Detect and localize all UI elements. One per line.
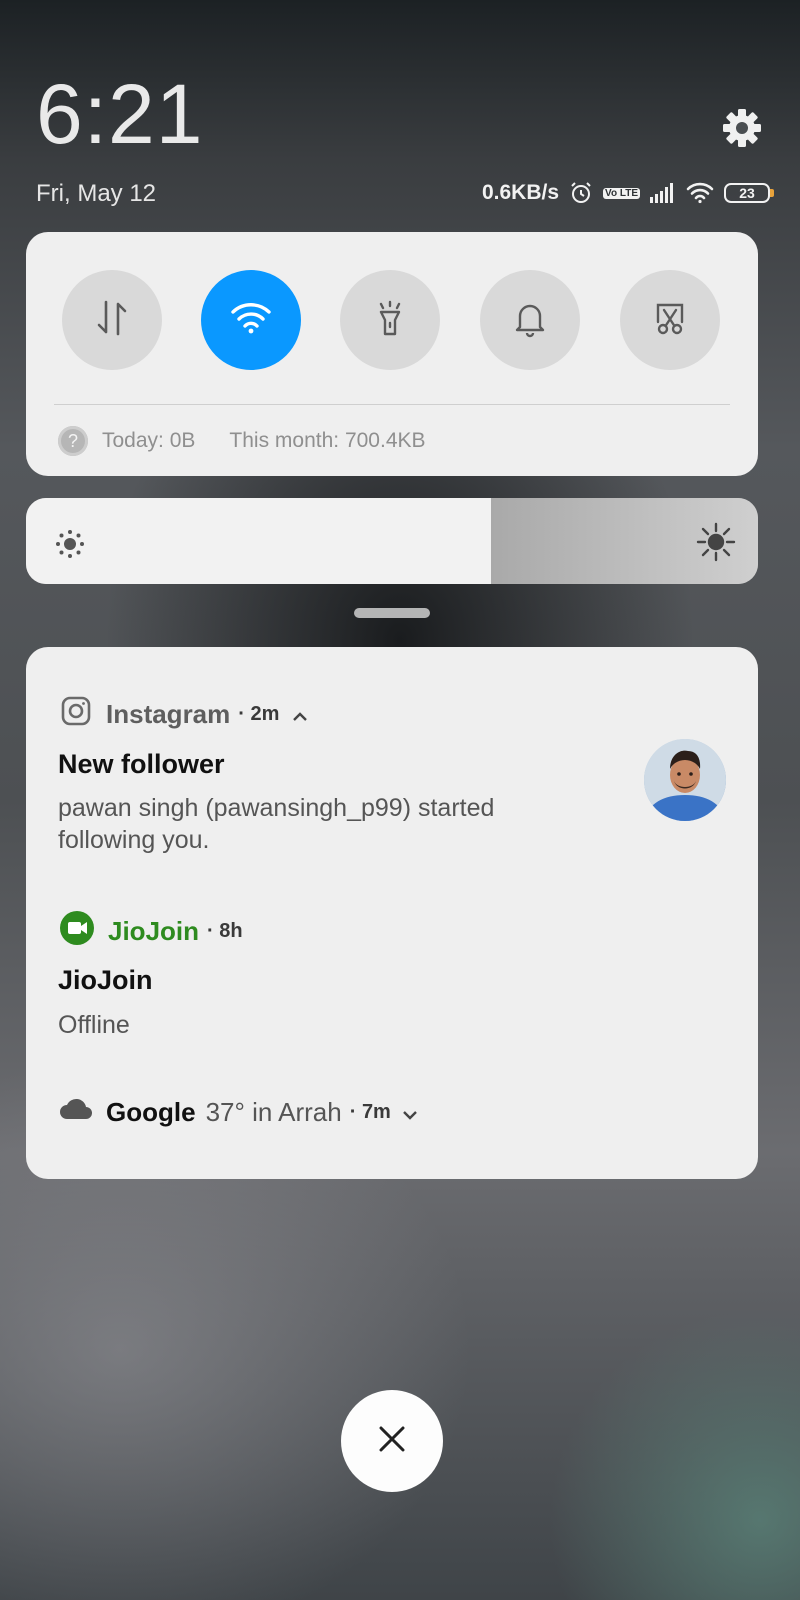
notification-body[interactable]: pawan singh (pawansingh_p99) started fol… [58,792,578,856]
notification-summary: 37° in Arrah [205,1097,342,1127]
cloud-icon [58,1097,94,1128]
network-speed: 0.6KB/s [481,181,560,204]
clear-all-button[interactable] [341,1390,443,1492]
wifi-toggle[interactable] [201,270,301,370]
notification-time: · 2m [238,703,280,725]
bell-icon [513,298,547,343]
jiojoin-notification-header[interactable]: JioJoin · 8h [60,911,243,952]
jiojoin-video-icon [60,911,94,952]
brightness-fill [26,498,491,584]
notification-time: · 8h [207,920,243,942]
chevron-down-icon[interactable] [401,1097,419,1128]
sound-toggle[interactable] [480,270,580,370]
brightness-low-icon [54,528,86,565]
usage-today: Today: 0B [102,429,196,452]
instagram-notification-header[interactable]: Instagram · 2m [60,695,309,734]
battery-icon: 23 [724,183,774,203]
usage-month: This month: 700.4KB [229,429,426,452]
volte-icon: Vo LTE [603,187,640,199]
drag-handle[interactable] [354,608,430,618]
data-arrows-icon [95,298,129,343]
close-x-icon [377,1424,407,1459]
notification-title[interactable]: JioJoin [58,965,153,996]
screenshot-toggle[interactable] [620,270,720,370]
status-bar: 0.6KB/s Vo LTE 23 [481,178,774,208]
date-label[interactable]: Fri, May 12 [36,180,156,208]
notification-time: · 7m [349,1101,391,1123]
mobile-data-toggle[interactable] [62,270,162,370]
app-name: Instagram [106,699,231,729]
avatar [644,739,726,821]
quick-settings-panel: ? Today: 0B This month: 700.4KB [26,232,758,476]
help-question-icon: ? [58,426,88,456]
notification-card: Instagram · 2m New follower pawan singh … [26,647,758,1179]
instagram-icon [60,695,92,734]
brightness-high-icon [696,522,736,567]
notification-body[interactable]: Offline [58,1009,130,1041]
signal-bars-icon [650,183,676,203]
app-name: Google [106,1097,196,1127]
wifi-icon [230,301,272,340]
google-notification-row[interactable]: Google 37° in Arrah · 7m [58,1097,419,1128]
flashlight-icon [373,298,407,343]
clock-time[interactable]: 6:21 [36,72,204,156]
scissors-screenshot-icon [650,298,690,343]
notification-title[interactable]: New follower [58,749,225,780]
settings-gear-icon[interactable] [722,108,762,148]
divider [54,404,730,405]
flashlight-toggle[interactable] [340,270,440,370]
app-name: JioJoin [108,916,200,946]
chevron-up-icon[interactable] [291,699,309,730]
alarm-clock-icon [569,181,593,205]
wifi-icon [686,182,714,204]
data-usage-row[interactable]: ? Today: 0B This month: 700.4KB [58,426,426,456]
brightness-slider[interactable] [26,498,758,584]
